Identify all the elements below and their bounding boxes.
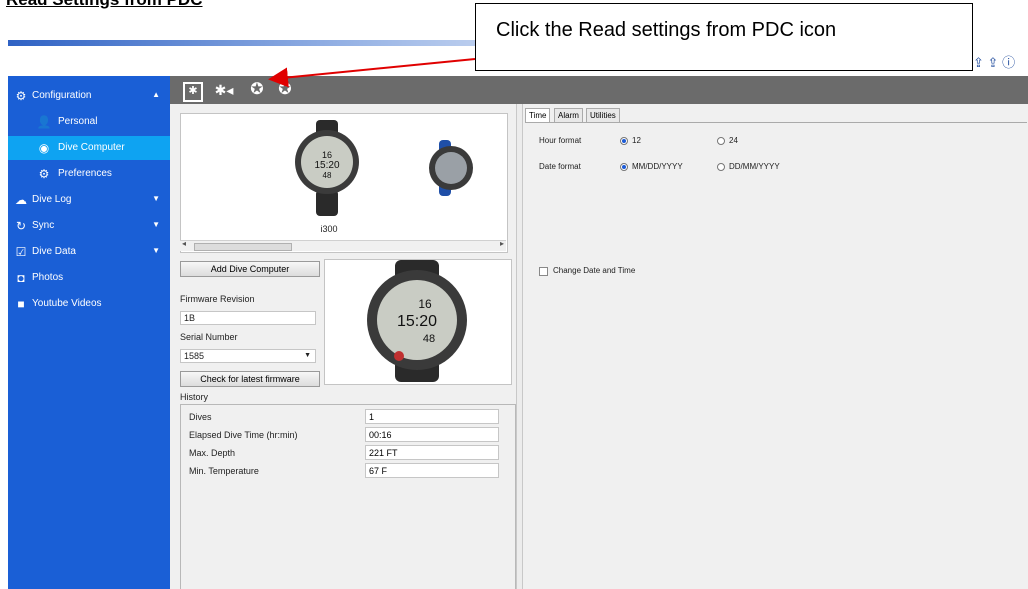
arrow-line [268, 58, 476, 88]
callout-arrow [268, 58, 476, 88]
